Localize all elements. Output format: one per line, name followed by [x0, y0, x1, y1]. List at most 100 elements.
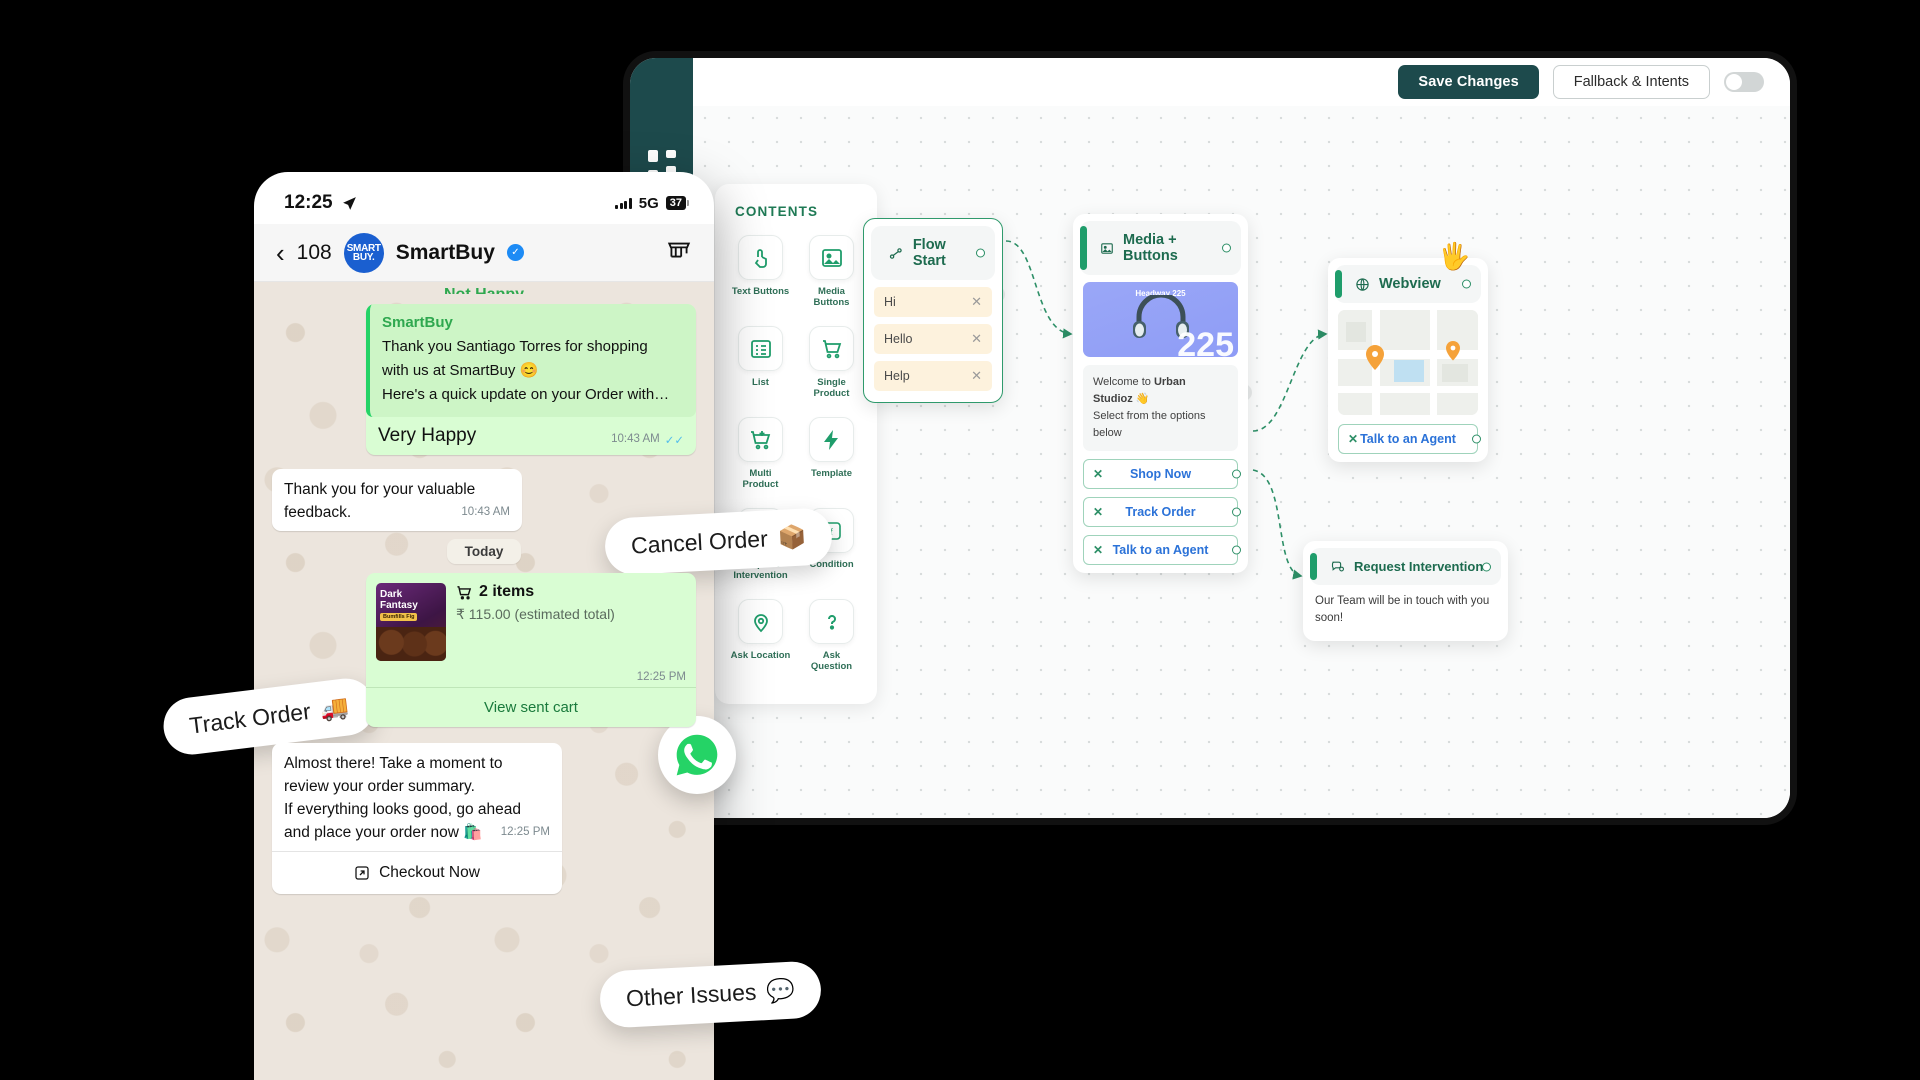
storefront-icon[interactable] — [666, 236, 692, 269]
day-separator: Today — [272, 539, 696, 564]
cart-total: ₹ 115.00 (estimated total) — [456, 606, 615, 622]
node-accent-bar — [1310, 553, 1317, 580]
chevron-left-icon[interactable]: ‹ — [276, 240, 285, 266]
node-media-output-port[interactable] — [1222, 243, 1231, 253]
node-webview-output-port[interactable] — [1462, 279, 1471, 289]
node-button-shop-now[interactable]: ✕ Shop Now — [1083, 459, 1241, 489]
node-button-port[interactable] — [1472, 434, 1481, 444]
unread-count: 108 — [296, 240, 332, 264]
builder-topbar: Save Changes Fallback & Intents — [693, 58, 1790, 106]
thumb-product-art — [376, 627, 446, 661]
node-button-label: Talk to an Agent — [1112, 543, 1209, 557]
contact-name[interactable]: SmartBuy — [396, 241, 495, 265]
screenshot-root: Save Changes Fallback & Intents CONTENTS… — [0, 0, 1920, 1080]
node-request-body: Our Team will be in touch with you soon! — [1315, 595, 1490, 624]
partial-message-above: Not Happy — [272, 286, 696, 294]
package-emoji-icon: 📦 — [776, 523, 807, 551]
dots-emoji-icon: 💬 — [765, 976, 796, 1005]
node-accent-bar — [1080, 226, 1087, 270]
node-request-output-port[interactable] — [1482, 562, 1491, 571]
node-accent-bar — [1335, 270, 1342, 298]
cart-items-label: 2 items — [479, 583, 535, 600]
node-flow-start-output-port[interactable] — [976, 248, 985, 258]
save-changes-button[interactable]: Save Changes — [1398, 65, 1539, 99]
message-bubble-final: Almost there! Take a moment to review yo… — [272, 743, 562, 894]
location-arrow-icon — [342, 196, 356, 210]
external-link-icon — [355, 866, 369, 880]
node-button-track-order[interactable]: ✕ Track Order — [1083, 497, 1241, 527]
node-media-buttons-title: Media + Buttons — [1123, 232, 1178, 264]
node-flow-start-title: Flow Start — [912, 237, 946, 269]
cart-time: 12:25 PM — [636, 671, 686, 683]
publish-toggle[interactable] — [1724, 72, 1764, 92]
checkout-label: Checkout Now — [379, 864, 480, 881]
phone-status-bar: 12:25 5G 37 — [254, 172, 714, 224]
status-time: 12:25 — [284, 192, 333, 213]
signal-bars-icon — [614, 197, 632, 209]
status-indicators: 5G 37 — [614, 195, 690, 212]
incoming-text: Thank you for your valuable feedback. 10… — [272, 469, 522, 531]
thumb-title: Dark Fantasy — [380, 589, 418, 611]
remove-keyword-icon[interactable]: ✕ — [971, 368, 982, 384]
thumb-badge: Bumfills Fig — [380, 613, 418, 621]
fallback-intents-button[interactable]: Fallback & Intents — [1552, 65, 1710, 99]
media-body-text: Welcome to Urban Studioz 👋 Select from t… — [1083, 365, 1238, 451]
brand-line2: with us at SmartBuy 😊 — [382, 362, 539, 379]
cart-card[interactable]: Dark Fantasy Bumfills Fig 2 items ₹ 115.… — [366, 573, 696, 727]
chat-header: ‹ 108 SMART BUY. SmartBuy ✓ — [254, 224, 714, 282]
media-preview-image: Headway 225 225 — [1083, 282, 1238, 357]
keyword-row[interactable]: Help ✕ — [874, 361, 992, 391]
chat-thread[interactable]: Not Happy SmartBuy Thank you Santiago To… — [254, 282, 714, 1080]
message-time: 10:43 AM — [461, 506, 510, 518]
final-message-text: Almost there! Take a moment to review yo… — [272, 743, 562, 851]
whatsapp-phone-mock: 12:25 5G 37 ‹ 108 SMART BUY. SmartBuy ✓ — [254, 172, 714, 1080]
keyword-row[interactable]: Hello ✕ — [874, 324, 992, 354]
checkout-now-button[interactable]: Checkout Now — [272, 851, 562, 894]
remove-button-icon[interactable]: ✕ — [1093, 467, 1103, 481]
map-preview — [1338, 310, 1478, 415]
node-button-port[interactable] — [1232, 469, 1241, 479]
image-icon — [1101, 242, 1113, 254]
remove-button-icon[interactable]: ✕ — [1093, 505, 1103, 519]
other-issues-pill[interactable]: Other Issues 💬 — [598, 960, 823, 1029]
brand-message-body: SmartBuy Thank you Santiago Torres for s… — [366, 304, 696, 417]
keyword-label: Help — [884, 369, 910, 383]
node-flow-start-header: Flow Start — [871, 226, 995, 280]
final-line4: and place your order now 🛍️ — [284, 824, 483, 841]
brand-line1: Thank you Santiago Torres for shopping — [382, 338, 648, 355]
flow-canvas[interactable]: CONTENTS Text Buttons Media Buttons List… — [693, 106, 1790, 818]
pill-label: Other Issues — [625, 978, 757, 1012]
view-sent-cart-button[interactable]: View sent cart — [366, 687, 696, 727]
node-button-label: Track Order — [1125, 505, 1196, 519]
chat-agent-icon — [1331, 561, 1344, 572]
cart-items-row: 2 items — [456, 583, 686, 601]
final-line1: Almost there! Take a moment to — [284, 755, 503, 772]
node-request-intervention-title: Request Intervention — [1354, 559, 1484, 574]
shopping-cart-icon — [457, 585, 472, 599]
node-button-talk-to-agent[interactable]: ✕ Talk to an Agent — [1083, 535, 1241, 565]
node-request-intervention[interactable]: Request Intervention Our Team will be in… — [1303, 541, 1508, 641]
message-bubble-incoming: Thank you for your valuable feedback. 10… — [272, 469, 522, 531]
node-button-port[interactable] — [1232, 545, 1241, 555]
remove-keyword-icon[interactable]: ✕ — [971, 331, 982, 347]
keyword-label: Hi — [884, 295, 896, 309]
flow-start-icon — [889, 247, 902, 259]
product-thumbnail: Dark Fantasy Bumfills Fig — [376, 583, 446, 661]
node-media-buttons-header: Media + Buttons — [1080, 221, 1241, 275]
message-time: 10:43 AM — [611, 433, 660, 445]
avatar[interactable]: SMART BUY. — [343, 232, 384, 273]
node-media-buttons[interactable]: Media + Buttons Headway 225 225 Welcome … — [1073, 214, 1248, 573]
node-webview[interactable]: Webview ✕ Talk to an Agent — [1328, 258, 1488, 462]
remove-button-icon[interactable]: ✕ — [1348, 432, 1358, 446]
node-button-port[interactable] — [1232, 507, 1241, 517]
node-webview-title: Webview — [1379, 276, 1441, 292]
battery-indicator: 37 — [665, 196, 690, 210]
body-line2: Select from the options below — [1093, 410, 1206, 439]
remove-button-icon[interactable]: ✕ — [1093, 543, 1103, 557]
node-flow-start[interactable]: Flow Start Hi ✕ Hello ✕ Help ✕ — [863, 218, 1003, 403]
node-button-talk-to-agent-webview[interactable]: ✕ Talk to an Agent — [1338, 424, 1481, 454]
hand-cursor-icon: 🖐 — [1438, 241, 1471, 271]
keyword-row[interactable]: Hi ✕ — [874, 287, 992, 317]
brand-line3: Here's a quick update on your Order with… — [382, 386, 670, 403]
remove-keyword-icon[interactable]: ✕ — [971, 294, 982, 310]
